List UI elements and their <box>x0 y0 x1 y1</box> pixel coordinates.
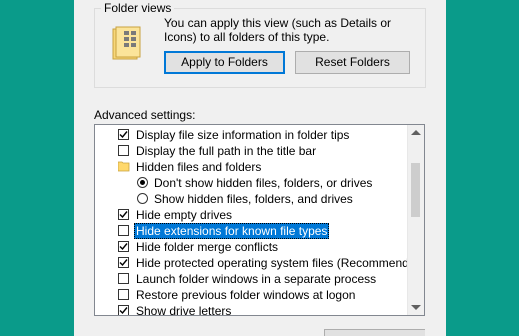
folder-options-dialog: Folder views You can apply this view (su… <box>74 0 446 336</box>
setting-label: Hide folder merge conflicts <box>136 240 279 254</box>
scrollbar-thumb[interactable] <box>411 163 420 217</box>
setting-label: Launch folder windows in a separate proc… <box>136 272 377 286</box>
scroll-down-arrow-icon[interactable] <box>411 305 421 310</box>
setting-label: Display the full path in the title bar <box>136 144 317 158</box>
advanced-settings-list[interactable]: Display file size information in folder … <box>94 124 425 316</box>
checkbox[interactable] <box>118 129 129 140</box>
folder-views-title: Folder views <box>101 1 175 15</box>
setting-label: Display file size information in folder … <box>136 128 350 142</box>
setting-label: Show hidden files, folders, and drives <box>154 192 353 206</box>
checkmark-icon <box>119 259 128 267</box>
setting-label: Show drive letters <box>136 304 232 316</box>
checkbox[interactable] <box>118 289 129 300</box>
checkmark-icon <box>119 307 128 315</box>
setting-label: Hide empty drives <box>136 208 233 222</box>
folder-views-description: You can apply this view (such as Details… <box>164 16 392 44</box>
checkbox[interactable] <box>118 209 129 220</box>
checkbox[interactable] <box>118 241 129 252</box>
scroll-up-arrow-icon[interactable] <box>411 130 421 135</box>
folder-icon <box>118 161 130 172</box>
checkbox[interactable] <box>118 273 129 284</box>
checkmark-icon <box>119 131 128 139</box>
partial-button-edge <box>324 329 425 336</box>
vertical-scrollbar[interactable] <box>407 125 424 315</box>
setting-label: Hidden files and folders <box>136 160 262 174</box>
checkbox[interactable] <box>118 305 129 315</box>
checkbox[interactable] <box>118 145 129 156</box>
radio-button[interactable] <box>137 193 148 204</box>
apply-to-folders-button[interactable]: Apply to Folders <box>164 51 285 74</box>
setting-label: Restore previous folder windows at logon <box>136 288 356 302</box>
setting-label: Hide extensions for known file types <box>134 223 330 239</box>
checkbox[interactable] <box>118 225 129 236</box>
reset-folders-button[interactable]: Reset Folders <box>295 51 410 74</box>
setting-label: Don't show hidden files, folders, or dri… <box>154 176 373 190</box>
checkmark-icon <box>119 243 128 251</box>
checkmark-icon <box>119 211 128 219</box>
advanced-settings-label: Advanced settings: <box>94 108 196 122</box>
folder-views-icon <box>112 26 141 60</box>
setting-label: Hide protected operating system files (R… <box>136 256 425 270</box>
radio-button[interactable] <box>137 177 148 188</box>
checkbox[interactable] <box>118 257 129 268</box>
